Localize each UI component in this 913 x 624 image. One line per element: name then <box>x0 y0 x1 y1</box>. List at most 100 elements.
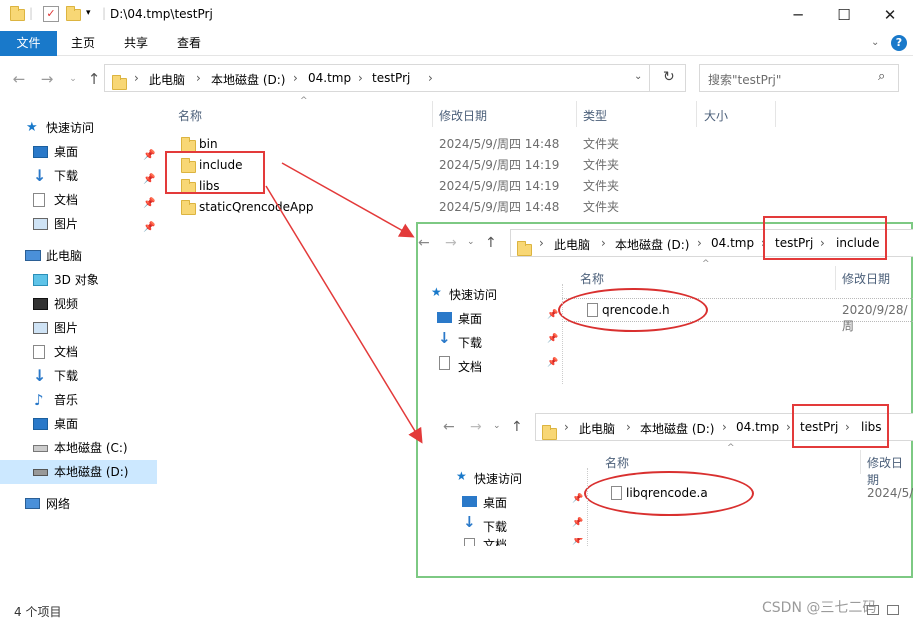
forward-arrow-icon[interactable]: → <box>445 235 457 251</box>
breadcrumb-this-pc[interactable]: 此电脑 <box>149 71 185 88</box>
sidebar-item-3d-objects[interactable]: 3D 对象 <box>0 268 157 292</box>
pin-icon[interactable]: 📌 <box>143 216 155 240</box>
sidebar-item-documents[interactable]: 文档 <box>458 358 482 375</box>
sidebar-item-documents[interactable]: 文档 <box>483 538 507 546</box>
sidebar-item-downloads[interactable]: ↓ 下载 📌 <box>0 164 157 188</box>
sidebar-item-desktop[interactable]: 桌面 📌 <box>0 140 157 164</box>
chevron-right-icon[interactable]: › <box>134 71 139 85</box>
up-arrow-icon[interactable]: ↑ <box>511 419 523 435</box>
breadcrumb-04tmp[interactable]: 04.tmp <box>711 236 754 250</box>
sidebar-item-downloads-pc[interactable]: ↓ 下载 <box>0 364 157 388</box>
pin-icon[interactable]: 📌 <box>572 538 583 546</box>
up-arrow-icon[interactable]: ↑ <box>485 235 497 251</box>
chevron-right-icon[interactable]: › <box>722 420 727 434</box>
sidebar-item-downloads[interactable]: 下载 <box>483 518 507 535</box>
recent-locations-icon[interactable]: ⌄ <box>64 70 82 88</box>
column-separator[interactable] <box>432 101 433 127</box>
back-arrow-icon[interactable]: ← <box>443 419 455 435</box>
column-header-modified[interactable]: 修改日期 <box>439 104 487 128</box>
sidebar-item-network[interactable]: 网络 <box>0 492 157 516</box>
chevron-right-icon[interactable]: › <box>601 236 606 250</box>
sidebar-item-downloads[interactable]: 下载 <box>458 334 482 351</box>
breadcrumb-testprj[interactable]: testPrj <box>372 71 410 85</box>
sidebar-item-desktop-pc[interactable]: 桌面 <box>0 412 157 436</box>
sidebar-item-documents[interactable]: 文档 📌 <box>0 188 157 212</box>
column-separator[interactable] <box>696 101 697 127</box>
column-header-name[interactable]: 名称 <box>580 270 604 287</box>
refresh-icon[interactable]: ↻ <box>663 69 675 85</box>
maximize-button[interactable]: ☐ <box>821 0 867 31</box>
sidebar-item-quick-access[interactable]: ★ 快速访问 <box>0 116 157 140</box>
sidebar-item-disk-d[interactable]: 本地磁盘 (D:) <box>0 460 157 484</box>
breadcrumb-this-pc[interactable]: 此电脑 <box>554 236 590 253</box>
new-folder-icon[interactable] <box>66 6 82 22</box>
column-header-type[interactable]: 类型 <box>583 104 607 128</box>
search-input[interactable]: 搜索"testPrj" <box>708 71 781 88</box>
sidebar-item-desktop[interactable]: 桌面 <box>483 494 507 511</box>
chevron-right-icon[interactable]: › <box>697 236 702 250</box>
sidebar-item-pictures[interactable]: 图片 📌 <box>0 212 157 236</box>
address-bar[interactable]: › 此电脑 › 本地磁盘 (D:) › 04.tmp › testPrj › ⌄… <box>104 64 686 92</box>
back-arrow-icon[interactable]: ← <box>10 70 28 88</box>
breadcrumb-this-pc[interactable]: 此电脑 <box>579 420 615 437</box>
breadcrumb-04tmp[interactable]: 04.tmp <box>736 420 779 434</box>
chevron-right-icon[interactable]: › <box>428 71 433 85</box>
breadcrumb-disk-d[interactable]: 本地磁盘 (D:) <box>640 420 714 437</box>
expand-ribbon-icon[interactable]: ⌄ <box>871 37 879 48</box>
chevron-right-icon[interactable]: › <box>196 71 201 85</box>
sidebar-item-quick-access[interactable]: 快速访问 <box>474 470 522 487</box>
details-view-icon[interactable] <box>867 605 879 615</box>
sidebar-item-pictures-pc[interactable]: 图片 <box>0 316 157 340</box>
up-arrow-icon[interactable]: ↑ <box>85 70 103 88</box>
sidebar-item-disk-c[interactable]: 本地磁盘 (C:) <box>0 436 157 460</box>
column-separator[interactable] <box>835 266 836 290</box>
column-separator[interactable] <box>775 101 776 127</box>
forward-arrow-icon[interactable]: → <box>38 70 56 88</box>
search-icon[interactable]: ⌕ <box>878 69 885 84</box>
forward-arrow-icon[interactable]: → <box>470 419 482 435</box>
breadcrumb-disk-d[interactable]: 本地磁盘 (D:) <box>211 71 285 88</box>
breadcrumb-disk-d[interactable]: 本地磁盘 (D:) <box>615 236 689 253</box>
column-header-name[interactable]: 名称 <box>178 104 202 128</box>
column-header-name[interactable]: 名称 <box>605 454 629 471</box>
properties-icon[interactable]: ✓ <box>43 6 59 22</box>
pin-icon[interactable]: 📌 <box>547 310 558 320</box>
help-icon[interactable]: ? <box>891 35 907 51</box>
tab-view[interactable]: 查看 <box>166 31 212 56</box>
column-header-modified[interactable]: 修改日期 <box>842 270 890 287</box>
large-icons-view-icon[interactable] <box>887 605 899 615</box>
minimize-button[interactable]: ─ <box>775 0 821 31</box>
column-separator[interactable] <box>576 101 577 127</box>
pin-icon[interactable]: 📌 <box>572 518 583 528</box>
sidebar-item-this-pc[interactable]: 此电脑 <box>0 244 157 268</box>
recent-locations-icon[interactable]: ⌄ <box>493 421 501 431</box>
close-button[interactable]: ✕ <box>867 0 913 31</box>
column-header-size[interactable]: 大小 <box>704 104 728 128</box>
sidebar-item-desktop[interactable]: 桌面 <box>458 310 482 327</box>
chevron-right-icon[interactable]: › <box>564 420 569 434</box>
pin-icon[interactable]: 📌 <box>547 334 558 344</box>
column-separator[interactable] <box>860 450 861 474</box>
chevron-right-icon[interactable]: › <box>539 236 544 250</box>
sidebar-item-documents-pc[interactable]: 文档 <box>0 340 157 364</box>
tab-file[interactable]: 文件 <box>0 31 57 56</box>
sidebar-item-quick-access[interactable]: 快速访问 <box>449 286 497 303</box>
address-dropdown-icon[interactable]: ⌄ <box>634 71 642 82</box>
breadcrumb-04tmp[interactable]: 04.tmp <box>308 71 351 85</box>
customize-qa-icon[interactable]: ▾ <box>86 8 91 18</box>
recent-locations-icon[interactable]: ⌄ <box>467 237 475 247</box>
list-item[interactable]: staticQrencodeApp 2024/5/9/周四 14:48 文件夹 <box>160 197 780 218</box>
search-box[interactable]: 搜索"testPrj" ⌕ <box>699 64 899 92</box>
pictures-icon <box>33 322 48 334</box>
sidebar-item-videos[interactable]: 视频 <box>0 292 157 316</box>
tab-share[interactable]: 共享 <box>113 31 159 56</box>
pin-icon[interactable]: 📌 <box>547 358 558 368</box>
chevron-right-icon[interactable]: › <box>786 420 791 434</box>
pin-icon[interactable]: 📌 <box>572 494 583 504</box>
tab-home[interactable]: 主页 <box>60 31 106 56</box>
back-arrow-icon[interactable]: ← <box>418 235 430 251</box>
sidebar-item-music[interactable]: ♪ 音乐 <box>0 388 157 412</box>
chevron-right-icon[interactable]: › <box>358 71 363 85</box>
chevron-right-icon[interactable]: › <box>293 71 298 85</box>
chevron-right-icon[interactable]: › <box>626 420 631 434</box>
